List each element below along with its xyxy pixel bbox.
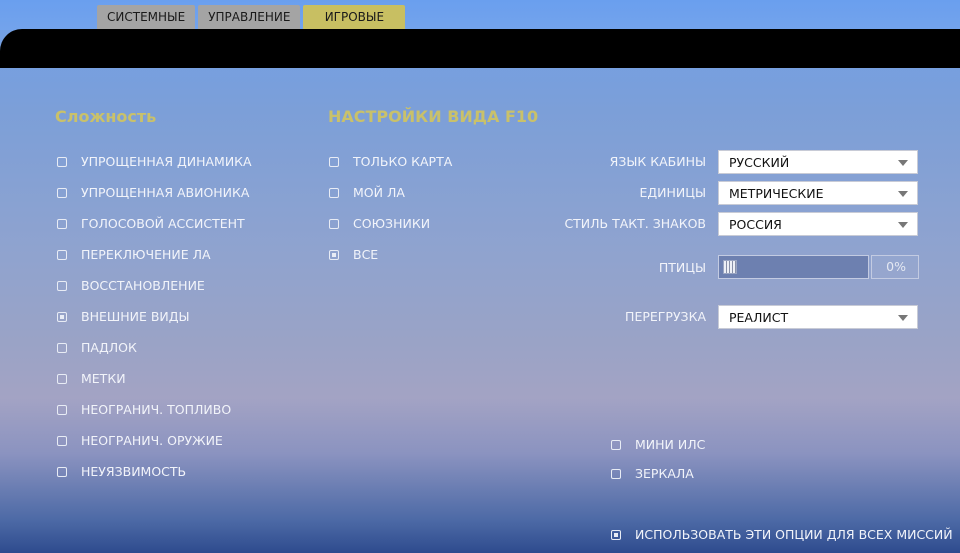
option-label: ЗЕРКАЛА: [635, 466, 694, 481]
options-tabs: СИСТЕМНЫЕ УПРАВЛЕНИЕ ИГРОВЫЕ: [97, 5, 408, 29]
option-unlimited-fuel[interactable]: НЕОГРАНИЧ. ТОПЛИВО: [57, 394, 252, 425]
apply-all-list: ИСПОЛЬЗОВАТЬ ЭТИ ОПЦИИ ДЛЯ ВСЕХ МИССИЙ: [611, 519, 953, 550]
tab-controls[interactable]: УПРАВЛЕНИЕ: [198, 5, 301, 29]
checkbox[interactable]: [57, 373, 67, 384]
option-label: ГОЛОСОВОЙ АССИСТЕНТ: [81, 216, 245, 231]
checkbox[interactable]: [611, 439, 621, 450]
select-value: МЕТРИЧЕСКИЕ: [729, 186, 824, 201]
option-voice-assistant[interactable]: ГОЛОСОВОЙ АССИСТЕНТ: [57, 208, 252, 239]
option-label: ВСЕ: [353, 247, 379, 262]
cockpit-language-select[interactable]: РУССКИЙ: [718, 150, 918, 174]
units-select[interactable]: МЕТРИЧЕСКИЕ: [718, 181, 918, 205]
option-label: УПРОЩЕННАЯ АВИОНИКА: [81, 185, 250, 200]
option-mini-hud[interactable]: МИНИ ИЛС: [611, 430, 705, 459]
checkbox[interactable]: [611, 468, 621, 479]
tab-gameplay[interactable]: ИГРОВЫЕ: [303, 5, 406, 29]
checkbox[interactable]: [57, 187, 67, 198]
checkbox[interactable]: [57, 404, 67, 415]
option-label: ВОССТАНОВЛЕНИЕ: [81, 278, 205, 293]
option-label: НЕОГРАНИЧ. ОРУЖИЕ: [81, 433, 223, 448]
difficulty-title: Сложность: [55, 107, 157, 126]
slider-handle[interactable]: [723, 260, 737, 274]
option-label: МИНИ ИЛС: [635, 437, 706, 452]
select-value: РОССИЯ: [729, 217, 782, 232]
birds-label: ПТИЦЫ: [658, 260, 706, 275]
option-label: ПЕРЕКЛЮЧЕНИЕ ЛА: [81, 247, 211, 262]
option-aircraft-switch[interactable]: ПЕРЕКЛЮЧЕНИЕ ЛА: [57, 239, 252, 270]
checkbox[interactable]: [57, 218, 67, 229]
checkbox[interactable]: [57, 156, 67, 167]
symbol-style-label: СТИЛЬ ТАКТ. ЗНАКОВ: [564, 216, 706, 231]
option-label: СОЮЗНИКИ: [353, 216, 431, 231]
checkbox[interactable]: [57, 466, 67, 477]
select-value: РЕАЛИСТ: [729, 310, 789, 325]
option-apply-all-missions[interactable]: ИСПОЛЬЗОВАТЬ ЭТИ ОПЦИИ ДЛЯ ВСЕХ МИССИЙ: [611, 519, 953, 550]
birds-slider[interactable]: [718, 255, 869, 279]
birds-value: 0%: [871, 255, 919, 279]
checkbox[interactable]: [57, 280, 67, 291]
checkbox[interactable]: [329, 218, 339, 229]
f10-view-title: НАСТРОЙКИ ВИДА F10: [328, 107, 539, 126]
option-map-only[interactable]: ТОЛЬКО КАРТА: [329, 146, 452, 177]
f10-view-list: ТОЛЬКО КАРТА МОЙ ЛА СОЮЗНИКИ ВСЕ: [329, 146, 452, 270]
option-label: УПРОЩЕННАЯ ДИНАМИКА: [81, 154, 252, 169]
option-external-views[interactable]: ВНЕШНИЕ ВИДЫ: [57, 301, 252, 332]
units-label: ЕДИНИЦЫ: [639, 185, 707, 200]
header-bar: [0, 29, 960, 68]
option-all[interactable]: ВСЕ: [329, 239, 452, 270]
tab-system[interactable]: СИСТЕМНЫЕ: [97, 5, 196, 29]
option-my-aircraft[interactable]: МОЙ ЛА: [329, 177, 452, 208]
option-mirrors[interactable]: ЗЕРКАЛА: [611, 459, 705, 488]
dropdown-arrow-icon: [898, 191, 908, 197]
g-effects-select[interactable]: РЕАЛИСТ: [718, 305, 918, 329]
option-labels[interactable]: МЕТКИ: [57, 363, 252, 394]
option-label: НЕОГРАНИЧ. ТОПЛИВО: [81, 402, 232, 417]
option-invulnerability[interactable]: НЕУЯЗВИМОСТЬ: [57, 456, 252, 487]
select-value: РУССКИЙ: [729, 155, 790, 170]
option-label: ВНЕШНИЕ ВИДЫ: [81, 309, 190, 324]
checkbox[interactable]: [329, 156, 339, 167]
option-label: ИСПОЛЬЗОВАТЬ ЭТИ ОПЦИИ ДЛЯ ВСЕХ МИССИЙ: [635, 527, 953, 542]
extra-options-list: МИНИ ИЛС ЗЕРКАЛА: [611, 430, 705, 488]
dropdown-arrow-icon: [898, 315, 908, 321]
checkbox[interactable]: [57, 249, 67, 260]
option-unlimited-weapons[interactable]: НЕОГРАНИЧ. ОРУЖИЕ: [57, 425, 252, 456]
option-recovery[interactable]: ВОССТАНОВЛЕНИЕ: [57, 270, 252, 301]
dropdown-arrow-icon: [898, 160, 908, 166]
symbol-style-select[interactable]: РОССИЯ: [718, 212, 918, 236]
checkbox[interactable]: [329, 249, 339, 260]
checkbox[interactable]: [329, 187, 339, 198]
option-label: НЕУЯЗВИМОСТЬ: [81, 464, 187, 479]
option-simplified-avionics[interactable]: УПРОЩЕННАЯ АВИОНИКА: [57, 177, 252, 208]
dropdown-arrow-icon: [898, 222, 908, 228]
option-label: ПАДЛОК: [81, 340, 137, 355]
option-label: ТОЛЬКО КАРТА: [353, 154, 453, 169]
cockpit-language-label: ЯЗЫК КАБИНЫ: [609, 154, 706, 169]
checkbox[interactable]: [611, 529, 621, 540]
option-padlock[interactable]: ПАДЛОК: [57, 332, 252, 363]
option-label: МЕТКИ: [81, 371, 126, 386]
g-effects-label: ПЕРЕГРУЗКА: [625, 309, 706, 324]
option-allies[interactable]: СОЮЗНИКИ: [329, 208, 452, 239]
option-label: МОЙ ЛА: [353, 185, 405, 200]
checkbox[interactable]: [57, 435, 67, 446]
checkbox[interactable]: [57, 342, 67, 353]
option-simplified-dynamics[interactable]: УПРОЩЕННАЯ ДИНАМИКА: [57, 146, 252, 177]
checkbox[interactable]: [57, 311, 67, 322]
difficulty-list: УПРОЩЕННАЯ ДИНАМИКА УПРОЩЕННАЯ АВИОНИКА …: [57, 146, 252, 487]
